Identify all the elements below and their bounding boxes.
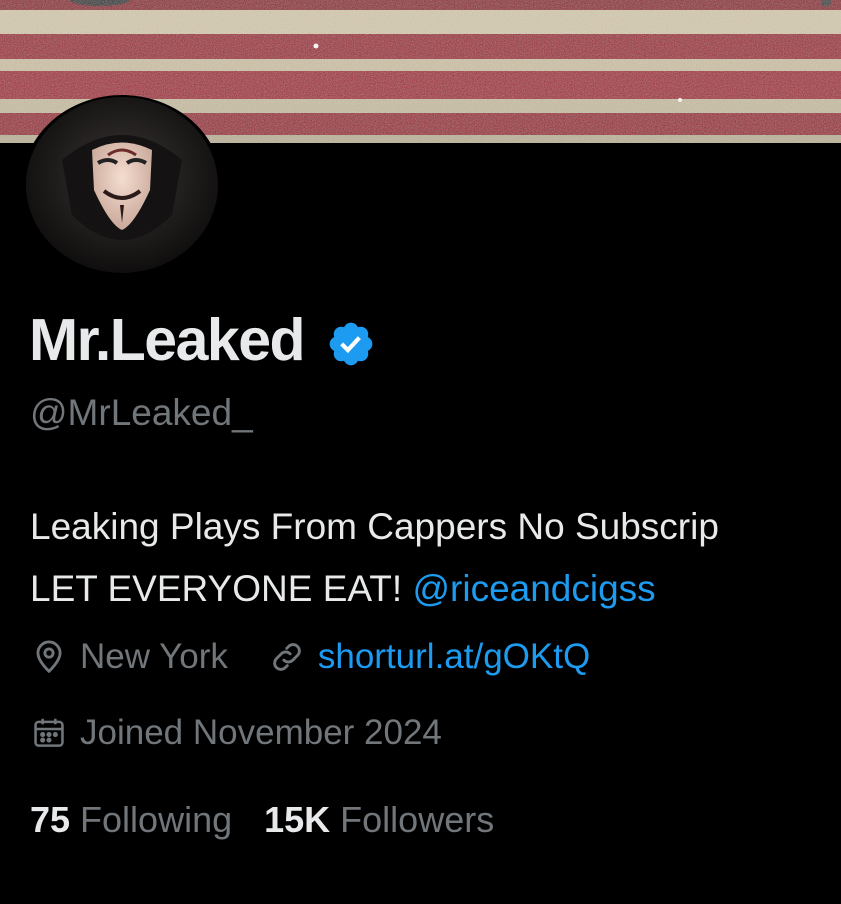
website-link[interactable]: shorturl.at/gOKtQ xyxy=(318,637,590,677)
profile-joined-row: Joined November 2024 xyxy=(30,713,442,753)
following-link[interactable]: 75 Following xyxy=(30,799,232,841)
bio-line-2: LET EVERYONE EAT! @riceandcigss xyxy=(30,558,719,620)
profile-follow-counts: 75 Following 15K Followers xyxy=(30,799,494,841)
location-text: New York xyxy=(80,637,228,676)
following-label: Following xyxy=(80,799,233,840)
followers-link[interactable]: 15K Followers xyxy=(264,799,494,841)
profile-website[interactable]: shorturl.at/gOKtQ xyxy=(268,637,590,677)
profile-handle: @MrLeaked_ xyxy=(30,392,253,433)
profile-display-name: Mr.Leaked xyxy=(29,306,376,374)
profile-joined: Joined November 2024 xyxy=(30,713,442,753)
followers-count: 15K xyxy=(264,799,331,840)
profile-bio: Leaking Plays From Cappers No Subscrip L… xyxy=(30,496,719,620)
profile-location: New York xyxy=(30,637,228,677)
profile-avatar[interactable] xyxy=(22,95,222,275)
followers-label: Followers xyxy=(340,799,495,840)
link-icon xyxy=(268,638,306,676)
joined-text: Joined November 2024 xyxy=(80,713,442,752)
display-name-text: Mr.Leaked xyxy=(29,307,306,373)
bio-mention-link[interactable]: @riceandcigss xyxy=(412,568,655,609)
bio-line-2-text: LET EVERYONE EAT! xyxy=(30,568,403,609)
bio-line-1: Leaking Plays From Cappers No Subscrip xyxy=(30,506,719,547)
profile-meta-row: New York shorturl.at/gOKtQ xyxy=(30,637,590,677)
location-pin-icon xyxy=(30,638,68,676)
verified-badge-icon[interactable] xyxy=(326,315,376,366)
calendar-icon xyxy=(30,714,68,752)
following-count: 75 xyxy=(30,799,71,840)
